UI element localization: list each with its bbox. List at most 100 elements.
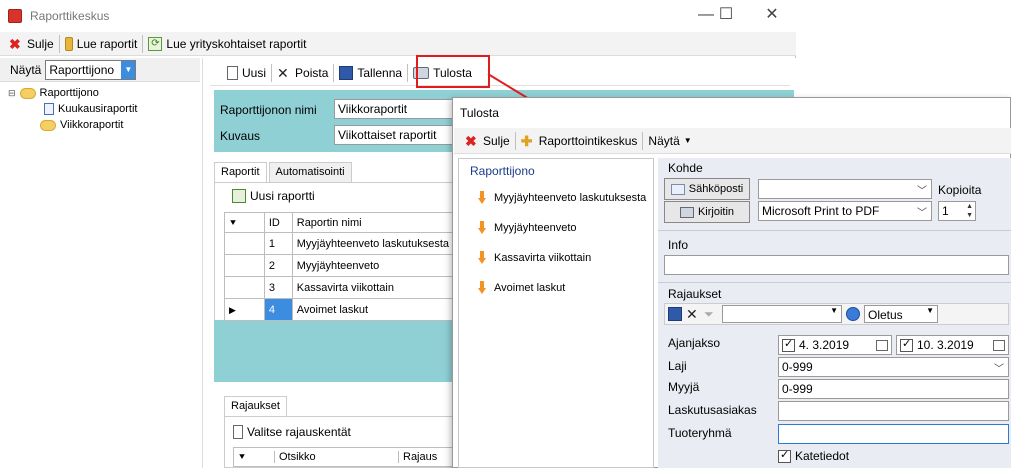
arrow-down-icon [478,191,486,205]
add-report-icon [232,189,246,203]
globe-icon [846,307,860,321]
grid-filter-header[interactable]: ⯆ [224,212,265,233]
email-select[interactable]: ﹀ [758,179,932,199]
report-center-label: Raporttointikeskus [538,133,638,148]
date-to-picker[interactable]: 10. 3.2019 [896,335,1009,355]
printer-select[interactable]: Microsoft Print to PDF ﹀ [758,201,932,221]
chevron-down-icon[interactable]: ▼ [121,60,136,79]
seller-input[interactable]: 0-999 [778,379,1009,399]
collapse-icon[interactable]: ⊟ [8,88,16,99]
read-reports-button[interactable]: Lue raportit [62,33,141,55]
queue-desc-input[interactable]: Viikottaiset raportit [334,125,454,145]
copies-value: 1 [942,204,949,218]
period-label: Ajanjakso [668,336,721,350]
delete-button[interactable]: ✕ Poista [274,62,331,84]
close-button[interactable]: ✖ Sulje [6,33,57,55]
column-header-id[interactable]: ID [263,212,293,233]
new-label: Uusi [242,65,267,80]
delete-label: Poista [295,65,329,80]
queue-name-label: Raporttijonon nimi [220,103,317,117]
highlight-box [416,55,490,88]
column-header-restriction[interactable]: Rajaus [398,451,437,463]
table-row[interactable]: 3 Kassavirta viikottain [224,276,455,299]
date-from-checkbox[interactable] [782,337,795,352]
maximize-button[interactable]: ☐ [710,4,742,26]
tree-item-label: Viikkoraportit [60,119,124,131]
funnel-icon[interactable]: ⏷ [704,307,718,321]
close-label: Sulje [27,36,54,51]
dialog-show-menu[interactable]: Näytä ▼ [645,130,694,152]
dialog-close-button[interactable]: ✖ Sulje [462,130,513,152]
list-item-label: Myyjäyhteenveto laskutuksesta [494,192,647,204]
preset-select[interactable]: Oletus ▼ [864,305,938,323]
row-selector[interactable]: ▶ [224,298,265,321]
column-header-title[interactable]: Otsikko [274,451,398,463]
app-icon [8,9,22,23]
list-item[interactable]: Myyjäyhteenveto [478,220,646,236]
margin-checkbox-row[interactable]: Katetiedot [778,448,849,463]
current-row-icon: ▶ [229,304,236,315]
table-row[interactable]: 2 Myyjäyhteenveto [224,254,455,277]
tree-item-monthly[interactable]: Kuukausiraportit [8,101,138,117]
table-row[interactable]: 1 Myyjäyhteenveto laskutuksesta [224,232,455,255]
tab-restrictions[interactable]: Rajaukset [224,396,287,416]
plus-icon: ✚ [520,132,533,149]
filter-icon[interactable]: ⯆ [234,452,274,463]
filter-select[interactable]: ▼ [722,305,842,323]
calendar-icon[interactable] [876,339,888,351]
toolbar-separator [514,131,516,150]
chevron-down-icon: ▼ [683,136,692,145]
type-select[interactable]: 0-999 ﹀ [778,357,1009,377]
column-header-name[interactable]: Raportin nimi [291,212,455,233]
restrictions-toolbar: ✕ ⏷ ▼ Oletus ▼ [664,303,1009,325]
toolbar-separator [407,63,409,82]
grid-empty-area [214,320,454,382]
list-item[interactable]: Myyjäyhteenveto laskutuksesta [478,190,646,206]
info-input[interactable] [664,255,1009,275]
date-from-picker[interactable]: 4. 3.2019 [778,335,892,355]
cell-id: 1 [263,232,293,255]
margin-checkbox[interactable] [778,448,791,463]
preset-select-value: Oletus [868,308,903,322]
product-group-input[interactable] [778,424,1009,444]
tab-reports[interactable]: Raportit [214,162,267,182]
arrow-down-icon [478,251,486,265]
close-window-button[interactable]: ✕ [756,4,788,26]
tab-automation[interactable]: Automatisointi [268,162,352,182]
stepper-arrows-icon[interactable]: ▲ ▼ [966,202,973,220]
customer-input[interactable] [778,401,1009,421]
row-selector[interactable] [224,276,265,299]
date-to-checkbox[interactable] [900,337,913,352]
tree-item-weekly[interactable]: Viikkoraportit [8,117,138,133]
row-selector[interactable] [224,232,265,255]
table-row[interactable]: ▶ 4 Avoimet laskut [224,298,455,321]
main-tabs: Raportit Automatisointi [214,162,354,182]
folder-icon [40,119,56,131]
select-fields-button[interactable]: Valitse rajauskentät [233,425,351,439]
show-combo[interactable]: Raporttijono ▼ [45,59,137,80]
list-item-label: Kassavirta viikottain [494,252,592,264]
row-selector[interactable] [224,254,265,277]
floppy-disk-icon[interactable] [668,307,682,321]
tree-root[interactable]: ⊟ Raporttijono [8,85,138,101]
read-company-reports-button[interactable]: ⟳ Lue yrityskohtaiset raportit [145,33,309,55]
toolbar-separator [58,34,60,53]
printer-button[interactable]: Kirjoitin [664,201,750,223]
list-item[interactable]: Avoimet laskut [478,280,646,296]
report-center-button[interactable]: ✚ Raporttointikeskus [518,130,641,152]
new-report-button[interactable]: Uusi raportti [232,189,315,203]
queue-name-input[interactable]: Viikkoraportit [334,99,454,119]
calendar-icon[interactable] [993,339,1005,351]
show-combo-value: Raporttijono [49,62,115,77]
new-button[interactable]: Uusi [224,62,269,84]
email-button[interactable]: Sähköposti [664,178,750,200]
cell-name: Myyjäyhteenveto [291,254,455,277]
main-toolbar: ✖ Sulje Lue raportit ⟳ Lue yrityskohtais… [0,32,796,56]
restrictions-panel: Valitse rajauskentät ⯆ Otsikko Rajaus [224,416,456,468]
new-report-label: Uusi raportti [250,189,315,203]
date-to-value: 10. 3.2019 [917,338,974,352]
delete-x-icon[interactable]: ✕ [686,307,700,321]
copies-stepper[interactable]: 1 ▲ ▼ [938,201,976,221]
save-button[interactable]: Tallenna [336,62,405,84]
list-item[interactable]: Kassavirta viikottain [478,250,646,266]
